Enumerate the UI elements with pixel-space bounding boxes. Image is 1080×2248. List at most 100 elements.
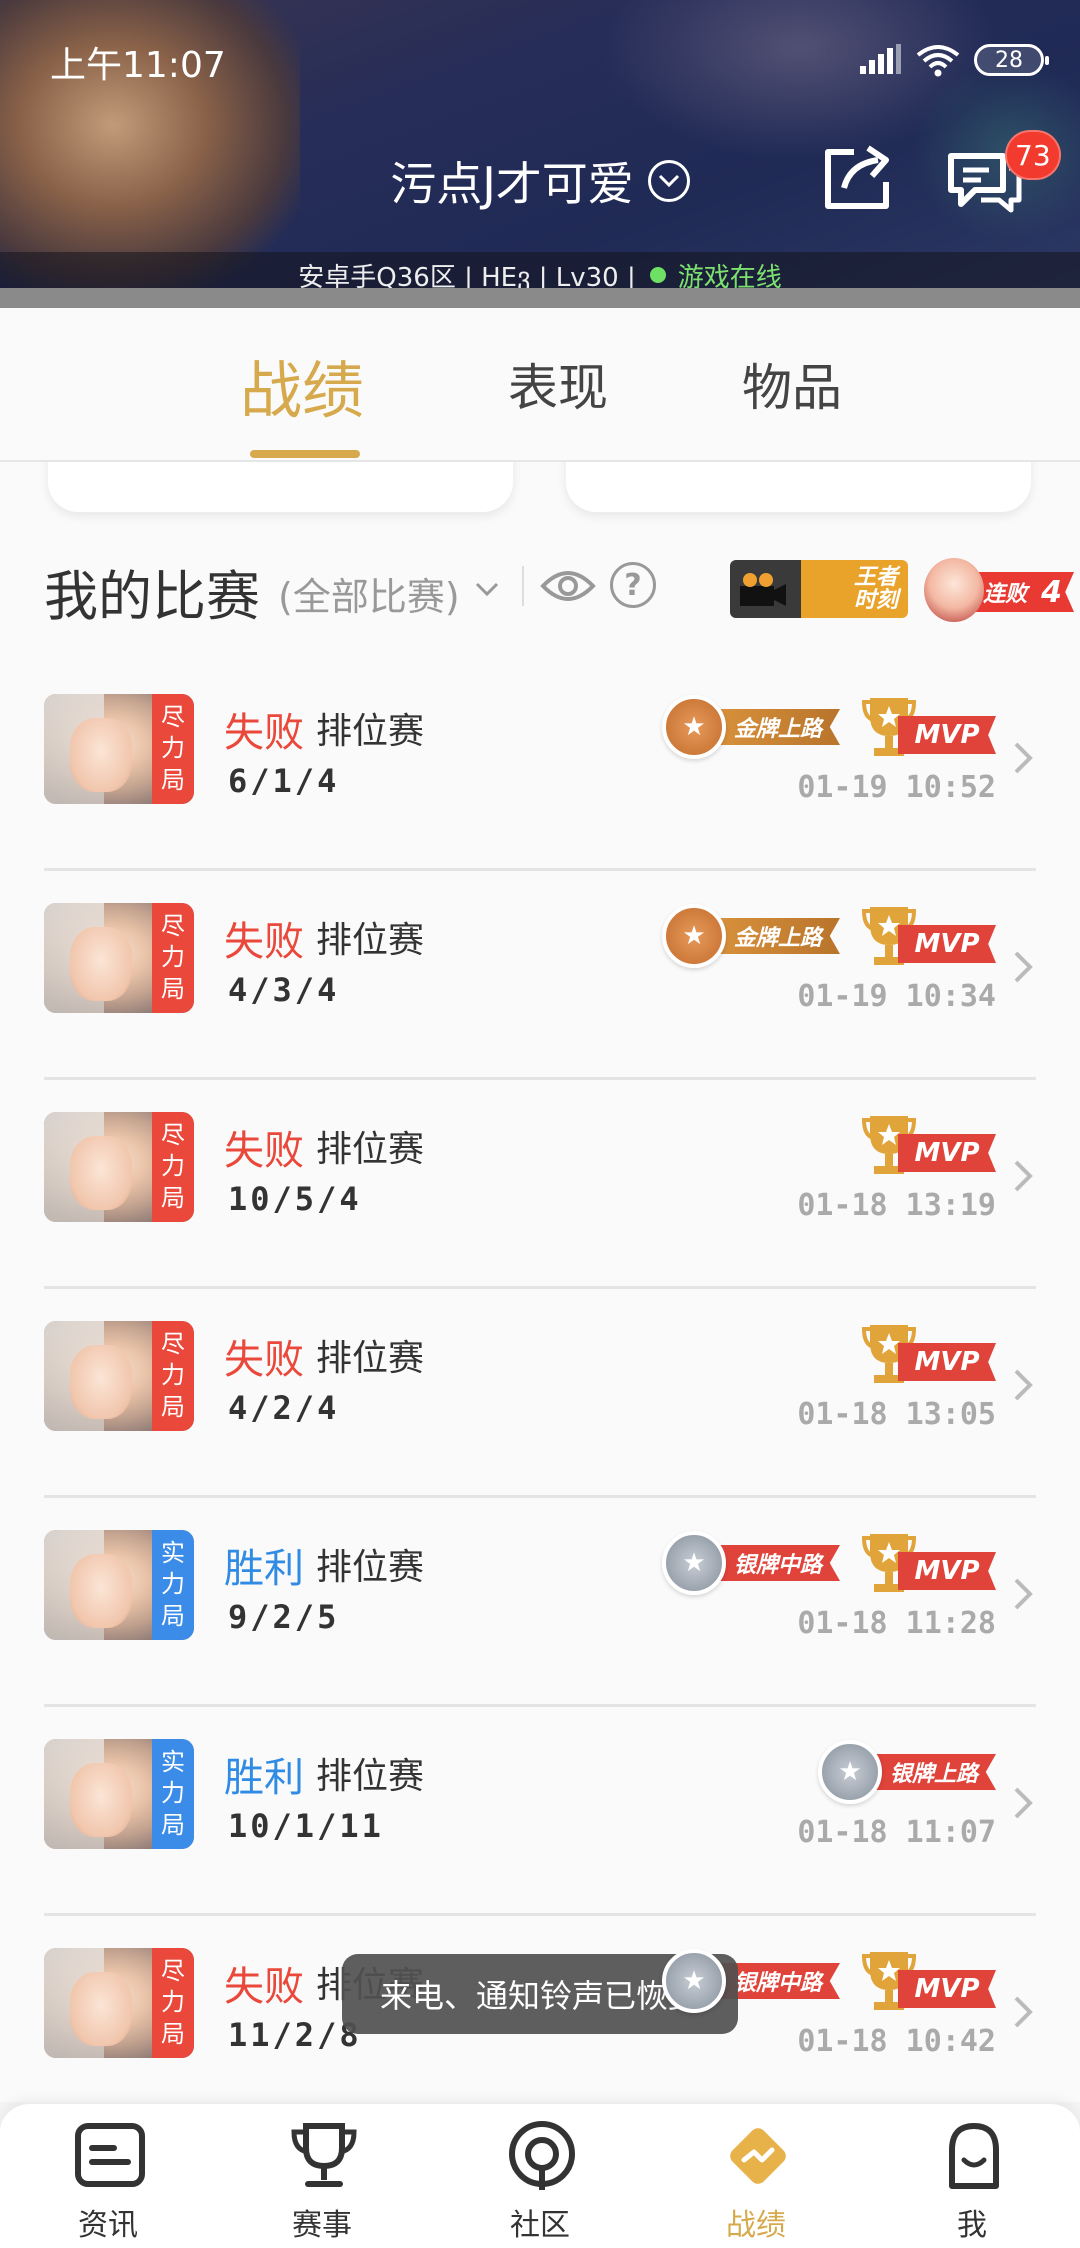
profile-icon [949, 2123, 999, 2189]
match-filter[interactable]: (全部比赛) [278, 566, 460, 621]
medal-badge: ★ 银牌中路 [661, 1949, 840, 2013]
mvp-badge: MVP [862, 1530, 996, 1596]
profile-header: 上午11:07 28 污点J才可爱 73 安卓手Q36区 | HEვ | Lv3… [0, 0, 1080, 308]
match-kda: 9/2/5 [228, 1598, 340, 1636]
match-time: 01-18 13:05 [797, 1397, 996, 1432]
streak-label: 连败 [983, 582, 1028, 607]
nav-label: 赛事 [292, 2208, 352, 2243]
eye-icon[interactable] [540, 564, 596, 608]
tab-items[interactable]: 物品 [742, 348, 842, 420]
nav-events[interactable]: 赛事 [252, 2120, 392, 2243]
nav-community[interactable]: 社区 [470, 2120, 610, 2243]
status-bar: 上午11:07 28 [0, 0, 1080, 118]
match-result: 失败 [224, 710, 304, 756]
hero-avatar: 尽力局 [44, 1112, 194, 1222]
nav-profile[interactable]: 我 [902, 2120, 1042, 2243]
chevron-right-icon [1014, 1787, 1033, 1819]
medal-badge: ★ 金牌上路 [661, 695, 840, 759]
help-icon[interactable]: ? [610, 562, 656, 608]
match-mode-tag: 尽力局 [152, 1948, 194, 2058]
mvp-label: MVP [898, 1343, 996, 1381]
king-moment-badge[interactable]: 王者 时刻 [730, 560, 908, 618]
hero-avatar: 尽力局 [44, 1321, 194, 1431]
match-row[interactable]: 尽力局失败 排位赛 10/5/4 01-18 13:19 MVP [44, 1080, 1036, 1289]
match-kda: 10/5/4 [228, 1180, 362, 1218]
medal-badge: ★ 银牌上路 [817, 1740, 996, 1804]
match-type: 排位赛 [316, 920, 425, 961]
medal-star-icon: ★ [661, 695, 726, 759]
share-icon[interactable] [820, 142, 898, 214]
match-row[interactable]: 实力局胜利 排位赛 9/2/5 01-18 11:28 ★ 银牌中路 MVP [44, 1498, 1036, 1707]
hero-avatar: 实力局 [44, 1739, 194, 1849]
match-time: 01-18 10:42 [797, 2024, 996, 2059]
hero-avatar: 尽力局 [44, 903, 194, 1013]
streak-count: 4 [1041, 574, 1062, 610]
mvp-label: MVP [898, 1134, 996, 1172]
match-result: 胜利 [224, 1546, 304, 1592]
chevron-right-icon [1014, 1369, 1033, 1401]
community-icon [509, 2121, 575, 2190]
active-tab-indicator [250, 450, 360, 458]
chevron-down-icon[interactable] [472, 574, 502, 604]
summary-card-left[interactable] [48, 462, 513, 512]
medal-label: 银牌中路 [711, 1545, 840, 1581]
losing-streak-badge[interactable]: 连败 4 [924, 558, 1074, 622]
hero-avatar: 实力局 [44, 1530, 194, 1640]
medal-badge: ★ 银牌中路 [661, 1531, 840, 1595]
match-row[interactable]: 尽力局失败 排位赛 4/2/4 01-18 13:05 MVP [44, 1289, 1036, 1498]
match-row[interactable]: 实力局胜利 排位赛 10/1/11 01-18 11:07 ★ 银牌上路 [44, 1707, 1036, 1916]
nav-news[interactable]: 资讯 [38, 2120, 178, 2243]
match-time: 01-19 10:34 [797, 979, 996, 1014]
mvp-badge: MVP [862, 1321, 996, 1387]
chevron-down-circle-icon [647, 160, 690, 202]
match-time: 01-18 11:07 [797, 1815, 996, 1850]
match-type: 排位赛 [316, 1547, 425, 1588]
medal-star-icon: ★ [661, 904, 726, 968]
camera-icon [740, 573, 786, 606]
match-mode-tag: 尽力局 [152, 1112, 194, 1222]
match-mode-tag: 实力局 [152, 1530, 194, 1640]
match-kda: 4/2/4 [228, 1389, 340, 1427]
nav-label: 我 [957, 2208, 987, 2243]
record-icon [730, 2128, 786, 2184]
nav-label: 战绩 [726, 2208, 786, 2243]
match-time: 01-18 11:28 [797, 1606, 996, 1641]
medal-star-icon: ★ [661, 1531, 726, 1595]
match-kda: 6/1/4 [228, 762, 340, 800]
medal-star-icon: ★ [817, 1740, 882, 1804]
mvp-label: MVP [898, 1970, 996, 2008]
match-type: 排位赛 [316, 1756, 425, 1797]
match-result: 胜利 [224, 1755, 304, 1801]
my-matches-header: 我的比赛 (全部比赛) ? 王者 时刻 连败 4 [44, 552, 1074, 632]
message-count-badge: 73 [1005, 130, 1061, 180]
match-kda: 10/1/11 [228, 1807, 384, 1845]
mvp-badge: MVP [862, 1948, 996, 2014]
match-type: 排位赛 [316, 1338, 425, 1379]
king-moment-label: 王者 时刻 [853, 564, 898, 613]
bottom-nav: 资讯 赛事 社区 战绩 我 [0, 2102, 1080, 2248]
signal-icon [860, 44, 901, 74]
match-kda: 4/3/4 [228, 971, 340, 1009]
match-mode-tag: 尽力局 [152, 694, 194, 804]
match-mode-tag: 实力局 [152, 1739, 194, 1849]
medal-badge: ★ 金牌上路 [661, 904, 840, 968]
match-mode-tag: 尽力局 [152, 903, 194, 1013]
match-result: 失败 [224, 1128, 304, 1174]
tab-record[interactable]: 战绩 [240, 340, 364, 430]
match-type: 排位赛 [316, 711, 425, 752]
divider [522, 566, 524, 606]
match-row[interactable]: 尽力局失败 排位赛 4/3/4 01-19 10:34 ★ 金牌上路 MVP [44, 871, 1036, 1080]
medal-label: 金牌上路 [711, 709, 840, 745]
streak-avatar [924, 558, 984, 622]
tab-performance[interactable]: 表现 [508, 348, 608, 420]
nav-record[interactable]: 战绩 [686, 2120, 826, 2243]
username-selector[interactable]: 污点J才可爱 [0, 148, 1080, 214]
username: 污点J才可爱 [390, 157, 634, 211]
medal-label: 金牌上路 [711, 918, 840, 954]
mvp-label: MVP [898, 925, 996, 963]
match-result: 失败 [224, 919, 304, 965]
chevron-right-icon [1014, 951, 1033, 983]
summary-card-right[interactable] [566, 462, 1031, 512]
match-row[interactable]: 尽力局失败 排位赛 6/1/4 01-19 10:52 ★ 金牌上路 MVP [44, 662, 1036, 871]
mvp-badge: MVP [862, 903, 996, 969]
